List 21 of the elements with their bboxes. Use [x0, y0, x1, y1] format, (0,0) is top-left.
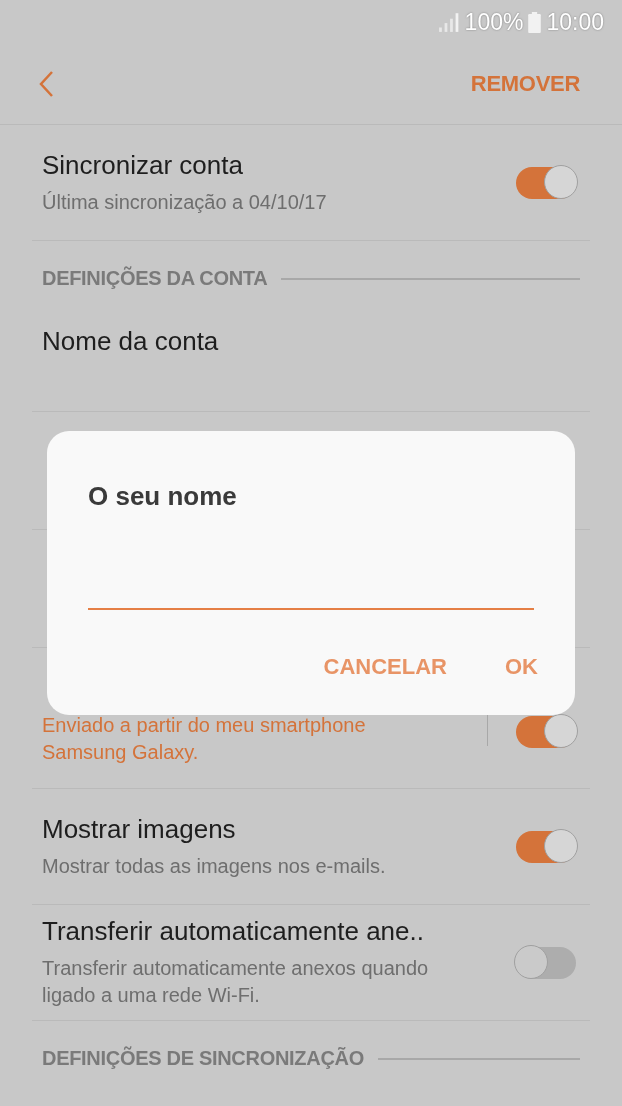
setting-subtitle: Mostrar todas as imagens nos e-mails. [42, 853, 387, 879]
remove-button[interactable]: REMOVER [470, 71, 580, 97]
toggle-switch[interactable] [516, 166, 576, 199]
battery-icon [528, 11, 542, 33]
setting-subtitle: Última sincronização a 04/10/17 [42, 189, 328, 215]
setting-subtitle: Enviado a partir do meu smartphone Samsung Galaxy. [42, 713, 367, 765]
setting-title: Transferir automaticamente ane.. [42, 916, 425, 947]
dialog-button[interactable]: CANCELAR [309, 648, 461, 686]
toggle-switch[interactable] [516, 716, 576, 748]
dialog-title: O seu nome [88, 481, 238, 512]
setting-title: Nome da conta [42, 326, 219, 356]
setting-title: Sincronizar conta [42, 149, 244, 181]
signal-icon [437, 12, 460, 32]
setting-subtitle: Transferir automaticamente anexos quando ligado a uma rede Wi-Fi. [42, 956, 430, 1008]
back-icon[interactable] [38, 70, 54, 98]
setting-title: Mostrar imagens [42, 813, 237, 845]
toggle-switch[interactable] [516, 946, 576, 979]
section-header: DEFINIÇÕES DA CONTA [42, 267, 268, 290]
section-header: DEFINIÇÕES DE SINCRONIZAÇÃO [42, 1047, 364, 1070]
dialog-button[interactable]: OK [491, 648, 552, 686]
toggle-switch[interactable] [516, 830, 576, 863]
